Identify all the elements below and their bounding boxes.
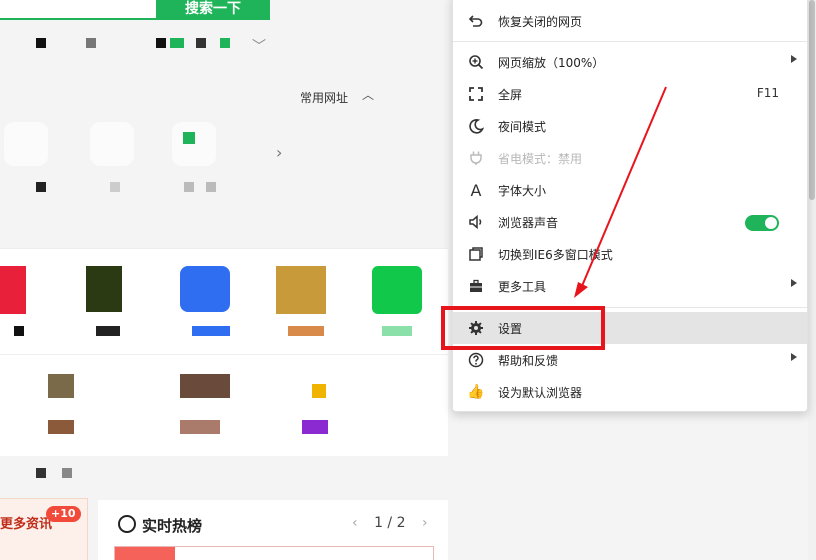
app-icon[interactable]: [276, 266, 326, 314]
pixelated-text: [288, 326, 324, 336]
pager-next-button[interactable]: ›: [422, 515, 428, 531]
zoom-icon: [467, 53, 485, 71]
menu-item-sound[interactable]: 浏览器声音: [453, 206, 807, 238]
annotation-highlight-box: [441, 306, 605, 350]
app-icon[interactable]: [180, 266, 230, 312]
pixelated-text: [156, 38, 166, 48]
toggle-knob: [765, 217, 777, 229]
menu-item-shortcut: F11: [756, 86, 779, 100]
pixelated-text: [96, 326, 120, 336]
menu-divider: [453, 41, 807, 42]
window-icon: [467, 245, 485, 263]
menu-item-label: 切换到IE6多窗口模式: [498, 248, 613, 262]
site-tile-icon: [183, 132, 195, 144]
app-icon[interactable]: [0, 266, 26, 314]
pixelated-text: [170, 38, 184, 48]
menu-item-font-size[interactable]: A 字体大小: [453, 174, 807, 206]
common-sites-label[interactable]: 常用网址: [300, 89, 348, 106]
menu-item-zoom[interactable]: 网页缩放（100%）: [453, 46, 807, 78]
menu-item-label: 省电模式：禁用: [498, 152, 583, 166]
menu-item-more-tools[interactable]: 更多工具: [453, 270, 807, 302]
search-input[interactable]: [0, 0, 158, 20]
pixelated-text: [382, 326, 412, 336]
clock-icon: [118, 515, 136, 533]
scrollbar[interactable]: [808, 0, 816, 560]
thumbs-up-icon: 👍: [467, 384, 485, 400]
app-icon[interactable]: [372, 266, 422, 314]
submenu-arrow-icon: [791, 279, 797, 287]
divider: [0, 354, 448, 355]
pixelated-text: [86, 38, 96, 48]
menu-item-ie6-mode[interactable]: 切换到IE6多窗口模式: [453, 238, 807, 270]
pager: ‹ 1 / 2 ›: [352, 515, 428, 531]
font-icon: A: [470, 180, 482, 200]
menu-item-label: 夜间模式: [498, 120, 547, 134]
menu-item-default-browser[interactable]: 👍 设为默认浏览器: [453, 376, 807, 408]
app-icon[interactable]: [302, 420, 328, 434]
pixelated-text: [36, 468, 46, 478]
menu-item-label: 网页缩放（100%）: [498, 56, 605, 70]
hot-list-rank: [115, 547, 175, 560]
pager-prev-button[interactable]: ‹: [352, 515, 358, 531]
help-icon: [467, 351, 485, 369]
menu-item-label: 恢复关闭的网页: [498, 15, 583, 29]
hot-list-title: 实时热榜: [142, 517, 203, 535]
chevron-up-icon[interactable]: ︿: [362, 86, 374, 103]
menu-item-label: 帮助和反馈: [498, 354, 559, 368]
chevron-down-icon[interactable]: ﹀: [252, 36, 266, 56]
pixelated-text: [196, 38, 206, 48]
submenu-arrow-icon: [791, 55, 797, 63]
speaker-icon: [467, 213, 485, 231]
pixelated-text: [110, 182, 120, 192]
menu-item-restore-closed[interactable]: 恢复关闭的网页: [453, 5, 807, 37]
sound-toggle[interactable]: [745, 215, 779, 231]
submenu-arrow-icon: [791, 353, 797, 361]
pixelated-text: [206, 182, 216, 192]
news-label[interactable]: 更多资讯: [0, 513, 52, 532]
app-icon[interactable]: [180, 374, 230, 398]
pixelated-text: [184, 182, 194, 192]
menu-item-label: 全屏: [498, 88, 523, 102]
menu-item-label: 字体大小: [498, 184, 547, 198]
scrollbar-thumb[interactable]: [809, 0, 815, 200]
hot-list-row[interactable]: [114, 546, 434, 560]
site-tile[interactable]: [90, 122, 134, 166]
pager-number: 1 / 2: [374, 515, 406, 531]
pixelated-text: [14, 326, 24, 336]
app-icon[interactable]: [180, 420, 220, 434]
plug-icon: [467, 149, 485, 167]
fullscreen-icon: [467, 85, 485, 103]
pixelated-text: [36, 38, 46, 48]
menu-item-label: 浏览器声音: [498, 216, 559, 230]
news-badge: +10: [46, 506, 81, 522]
pixelated-text: [36, 182, 46, 192]
pixelated-text: [220, 38, 230, 48]
app-icon[interactable]: [312, 384, 326, 398]
search-button[interactable]: 搜索一下: [156, 0, 270, 20]
menu-item-fullscreen[interactable]: 全屏 F11: [453, 78, 807, 110]
browser-main-menu: 恢复关闭的网页 网页缩放（100%） 全屏 F11 夜间模式 省电模式：禁用 A…: [452, 0, 808, 412]
pixelated-text: [62, 468, 72, 478]
site-tile[interactable]: [4, 122, 48, 166]
menu-item-power-save: 省电模式：禁用: [453, 142, 807, 174]
chevron-right-icon[interactable]: ›: [276, 143, 282, 162]
undo-icon: [467, 12, 485, 30]
menu-item-night-mode[interactable]: 夜间模式: [453, 110, 807, 142]
toolbox-icon: [467, 277, 485, 295]
menu-item-label: 更多工具: [498, 280, 547, 294]
app-icon[interactable]: [48, 374, 74, 398]
app-icon[interactable]: [86, 266, 122, 312]
site-tile[interactable]: [172, 122, 216, 166]
moon-icon: [467, 117, 485, 135]
menu-item-label: 设为默认浏览器: [498, 386, 583, 400]
app-icon[interactable]: [48, 420, 74, 434]
pixelated-text: [192, 326, 230, 336]
